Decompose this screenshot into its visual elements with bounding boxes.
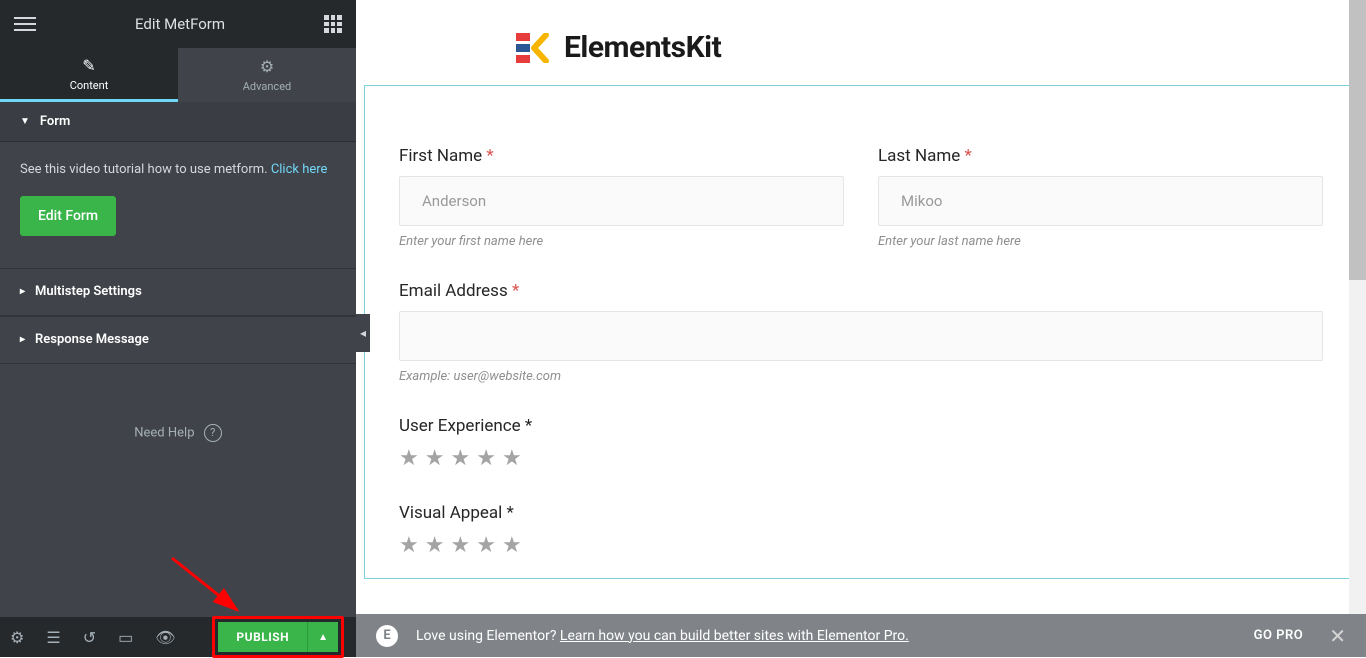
section-multistep[interactable]: ▸ Multistep Settings (0, 268, 356, 316)
star-icon[interactable]: ★ (450, 446, 470, 471)
email-helper: Example: user@website.com (399, 369, 1323, 384)
help-icon: ? (204, 424, 222, 442)
tutorial-text: See this video tutorial how to use metfo… (20, 162, 271, 177)
star-icon[interactable]: ★ (399, 446, 419, 471)
menu-icon[interactable] (14, 17, 36, 31)
tab-advanced[interactable]: ⚙ Advanced (178, 48, 356, 102)
visual-stars: ★ ★ ★ ★ ★ (399, 533, 1323, 558)
caret-right-icon: ▸ (20, 334, 25, 345)
email-label: Email Address * (399, 281, 1323, 301)
edit-form-button[interactable]: Edit Form (20, 196, 116, 236)
tutorial-link[interactable]: Click here (271, 162, 328, 177)
panel-tabs: ✎ Content ⚙ Advanced (0, 48, 356, 102)
scrollbar[interactable] (1349, 0, 1366, 614)
section-form-label: Form (40, 114, 70, 129)
star-icon[interactable]: ★ (425, 446, 445, 471)
form-row: First Name * Enter your first name here … (399, 146, 1323, 249)
sidebar: Edit MetForm ✎ Content ⚙ Advanced ▼ Form… (0, 0, 356, 657)
collapse-sidebar-tab[interactable]: ◂ (356, 314, 370, 352)
tab-content[interactable]: ✎ Content (0, 48, 178, 102)
email-field: Email Address * Example: user@website.co… (399, 281, 1323, 384)
logo-icon (516, 33, 550, 63)
need-help-label: Need Help (134, 425, 194, 440)
panel-title: Edit MetForm (135, 15, 225, 33)
preview-icon[interactable]: 👁 (155, 628, 175, 647)
section-response-label: Response Message (35, 332, 149, 347)
visual-label: Visual Appeal * (399, 503, 1323, 523)
star-icon[interactable]: ★ (476, 446, 496, 471)
close-icon[interactable]: ✕ (1329, 624, 1346, 648)
promo-text: Love using Elementor? Learn how you can … (416, 628, 909, 644)
first-name-label: First Name * (399, 146, 844, 166)
navigator-icon[interactable]: ☰ (46, 628, 60, 647)
star-icon[interactable]: ★ (476, 533, 496, 558)
star-icon[interactable]: ★ (425, 533, 445, 558)
visual-field: Visual Appeal * ★ ★ ★ ★ ★ (399, 503, 1323, 558)
first-name-input[interactable] (399, 176, 844, 226)
elementor-badge-icon: E (376, 625, 398, 647)
last-name-label: Last Name * (878, 146, 1323, 166)
widgets-grid-icon[interactable] (324, 15, 342, 33)
last-name-field: Last Name * Enter your last name here (878, 146, 1323, 249)
publish-button[interactable]: PUBLISH (218, 622, 307, 652)
history-icon[interactable]: ↺ (83, 628, 96, 647)
email-input[interactable] (399, 311, 1323, 361)
section-multistep-label: Multistep Settings (35, 284, 142, 299)
form-panel-body: See this video tutorial how to use metfo… (0, 142, 356, 258)
settings-icon[interactable]: ⚙ (10, 628, 24, 647)
last-name-input[interactable] (878, 176, 1323, 226)
promo-bar: E Love using Elementor? Learn how you ca… (356, 614, 1366, 657)
publish-dropdown[interactable]: ▲ (307, 622, 338, 652)
go-pro-button[interactable]: GO PRO (1254, 628, 1304, 643)
scroll-thumb[interactable] (1349, 0, 1366, 280)
promo-link[interactable]: Learn how you can build better sites wit… (560, 628, 909, 644)
gear-icon: ⚙ (260, 57, 274, 76)
section-form-header[interactable]: ▼ Form (0, 102, 356, 142)
first-name-field: First Name * Enter your first name here (399, 146, 844, 249)
elementskit-logo: ElementsKit (516, 30, 1366, 65)
section-response[interactable]: ▸ Response Message (0, 316, 356, 364)
required-asterisk: * (964, 146, 971, 166)
logo-text: ElementsKit (564, 30, 721, 65)
ux-label: User Experience * (399, 416, 1323, 436)
tab-advanced-label: Advanced (243, 80, 291, 93)
pencil-icon: ✎ (82, 56, 95, 75)
publish-highlight: PUBLISH ▲ (212, 616, 344, 658)
caret-right-icon: ▸ (20, 286, 25, 297)
star-icon[interactable]: ★ (502, 533, 522, 558)
caret-down-icon: ▼ (20, 116, 30, 127)
star-icon[interactable]: ★ (450, 533, 470, 558)
need-help[interactable]: Need Help ? (0, 364, 356, 502)
canvas: ElementsKit First Name * Enter your firs… (356, 0, 1366, 614)
required-asterisk: * (486, 146, 493, 166)
ux-stars: ★ ★ ★ ★ ★ (399, 446, 1323, 471)
sidebar-header: Edit MetForm (0, 0, 356, 48)
sidebar-footer: ⚙ ☰ ↺ ▭ 👁 PUBLISH ▲ (0, 617, 356, 657)
tab-content-label: Content (70, 79, 109, 92)
star-icon[interactable]: ★ (399, 533, 419, 558)
logo-area: ElementsKit (356, 0, 1366, 85)
responsive-icon[interactable]: ▭ (118, 628, 133, 647)
last-name-helper: Enter your last name here (878, 234, 1323, 249)
star-icon[interactable]: ★ (502, 446, 522, 471)
required-asterisk: * (512, 281, 519, 301)
form-section[interactable]: First Name * Enter your first name here … (364, 85, 1358, 579)
ux-field: User Experience * ★ ★ ★ ★ ★ (399, 416, 1323, 471)
first-name-helper: Enter your first name here (399, 234, 844, 249)
